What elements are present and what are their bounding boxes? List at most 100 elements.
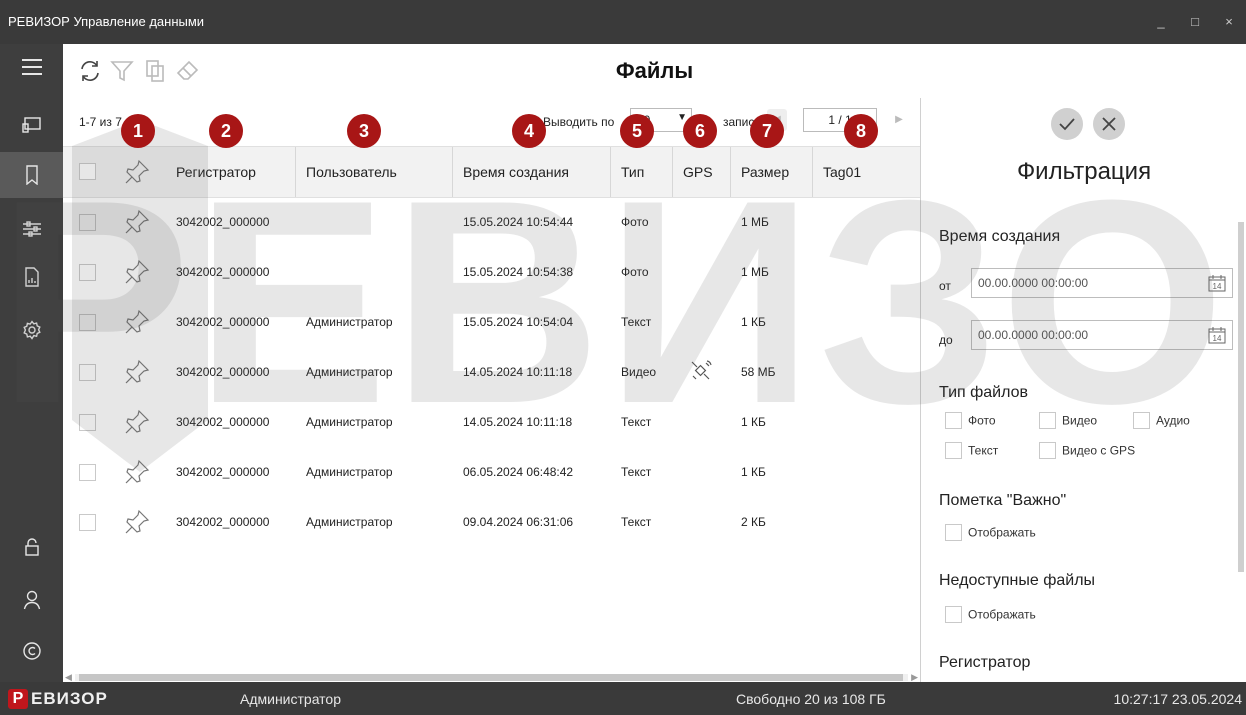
next-page-button[interactable]: ▶ bbox=[889, 109, 909, 131]
filetype-video-checkbox[interactable]: Видео bbox=[1039, 412, 1097, 429]
sidebar-item-devices[interactable] bbox=[0, 102, 63, 148]
cell-time: 09.04.2024 06:31:06 bbox=[463, 515, 574, 529]
menu-icon bbox=[21, 59, 42, 75]
pin-button[interactable] bbox=[123, 258, 151, 286]
pin-button[interactable] bbox=[123, 308, 151, 336]
close-window-button[interactable]: × bbox=[1212, 0, 1246, 44]
sidebar-item-sliders[interactable] bbox=[0, 206, 63, 252]
sidebar-item-user[interactable] bbox=[0, 577, 63, 623]
important-show-checkbox[interactable]: Отображать bbox=[945, 524, 1036, 541]
sidebar-item-settings[interactable] bbox=[0, 307, 63, 353]
calendar-icon[interactable]: 14 bbox=[1208, 274, 1226, 292]
table-row[interactable]: 3042002_000000 Администратор 14.05.2024 10… bbox=[63, 398, 920, 448]
cell-recorder: 3042002_000000 bbox=[176, 315, 270, 329]
pin-button[interactable] bbox=[123, 408, 151, 436]
row-checkbox[interactable] bbox=[79, 314, 96, 331]
sidebar-item-files[interactable] bbox=[0, 152, 63, 198]
table-row[interactable]: 3042002_000000 15.05.2024 10:54:38 Фото 1 М… bbox=[63, 248, 920, 298]
minimize-button[interactable]: _ bbox=[1144, 0, 1178, 44]
cell-time: 15.05.2024 10:54:38 bbox=[463, 265, 574, 279]
sidebar-item-lock[interactable] bbox=[0, 524, 63, 570]
cell-time: 14.05.2024 10:11:18 bbox=[463, 365, 573, 379]
copyright-icon bbox=[22, 642, 41, 660]
table-row[interactable]: 3042002_000000 Администратор 14.05.2024 10… bbox=[63, 348, 920, 398]
pin-button[interactable] bbox=[123, 458, 151, 486]
row-checkbox[interactable] bbox=[79, 514, 96, 531]
date-to-input[interactable]: 00.00.0000 00:00:00 14 bbox=[971, 320, 1233, 350]
scroll-right-icon[interactable]: ▶ bbox=[911, 672, 918, 682]
to-label: до bbox=[939, 333, 953, 347]
cell-type: Текст bbox=[621, 515, 652, 529]
cell-time: 06.05.2024 06:48:42 bbox=[463, 465, 574, 479]
pin-button[interactable] bbox=[123, 508, 151, 536]
pin-icon bbox=[125, 409, 150, 434]
apply-filter-button[interactable] bbox=[1051, 108, 1083, 140]
horizontal-scrollbar[interactable]: ◀ ▶ bbox=[63, 672, 920, 682]
toolbar: Файлы bbox=[63, 44, 1246, 98]
cell-type: Фото bbox=[621, 215, 649, 229]
check-icon bbox=[1059, 118, 1075, 131]
filter-scrollbar-thumb[interactable] bbox=[1238, 222, 1244, 572]
cell-time: 15.05.2024 10:54:44 bbox=[463, 215, 574, 229]
filetype-text-checkbox[interactable]: Текст bbox=[945, 442, 998, 459]
column-header-gps[interactable]: GPS bbox=[673, 147, 731, 197]
table-row[interactable]: 3042002_000000 Администратор 09.04.2024 06… bbox=[63, 498, 920, 548]
filetype-video-gps-checkbox[interactable]: Видео с GPS bbox=[1039, 442, 1135, 459]
cell-user: Администратор bbox=[306, 365, 393, 379]
filetype-photo-checkbox[interactable]: Фото bbox=[945, 412, 996, 429]
scrollbar-thumb[interactable] bbox=[79, 674, 903, 681]
cell-recorder: 3042002_000000 bbox=[176, 515, 270, 529]
column-header-time[interactable]: Время создания bbox=[453, 147, 611, 197]
cancel-filter-button[interactable] bbox=[1093, 108, 1125, 140]
row-checkbox[interactable] bbox=[79, 214, 96, 231]
cell-size: 58 МБ bbox=[741, 365, 776, 379]
sidebar-menu-button[interactable] bbox=[0, 44, 63, 90]
column-header-user[interactable]: Пользователь bbox=[296, 147, 453, 197]
per-page-label: Выводить по bbox=[543, 115, 615, 129]
row-checkbox[interactable] bbox=[79, 414, 96, 431]
column-header-type[interactable]: Тип bbox=[611, 147, 673, 197]
current-user: Администратор bbox=[240, 691, 342, 707]
cell-size: 1 КБ bbox=[741, 465, 766, 479]
row-checkbox[interactable] bbox=[79, 364, 96, 381]
pin-button[interactable] bbox=[123, 358, 151, 386]
user-icon bbox=[23, 590, 40, 610]
pin-button[interactable] bbox=[123, 208, 151, 236]
page-title: Файлы bbox=[615, 58, 694, 83]
date-from-input[interactable]: 00.00.0000 00:00:00 14 bbox=[971, 268, 1233, 298]
filter-title: Фильтрация bbox=[1016, 158, 1152, 185]
calendar-icon[interactable]: 14 bbox=[1208, 326, 1226, 344]
cell-user: Администратор bbox=[306, 415, 393, 429]
sidebar-item-about[interactable] bbox=[0, 628, 63, 674]
pin-icon bbox=[125, 359, 150, 384]
pin-column-header[interactable] bbox=[123, 158, 151, 186]
logo-text: ЕВИЗОР bbox=[31, 689, 108, 708]
cell-size: 1 МБ bbox=[741, 265, 769, 279]
column-header-size[interactable]: Размер bbox=[731, 147, 813, 197]
pin-icon bbox=[125, 509, 150, 534]
row-checkbox[interactable] bbox=[79, 264, 96, 281]
file-list-pane: 1-7 из 7 Выводить по 10 ▼ записей ◀ 1 / … bbox=[63, 98, 920, 682]
table-row[interactable]: 3042002_000000 Администратор 06.05.2024 06… bbox=[63, 448, 920, 498]
filetype-audio-checkbox[interactable]: Аудио bbox=[1133, 412, 1190, 429]
cell-recorder: 3042002_000000 bbox=[176, 215, 270, 229]
marker-2: 2 bbox=[209, 114, 243, 148]
date-from-value: 00.00.0000 00:00:00 bbox=[978, 276, 1089, 290]
column-header-recorder[interactable]: Регистратор bbox=[166, 147, 296, 197]
marker-8: 8 bbox=[844, 114, 878, 148]
unavailable-show-checkbox[interactable]: Отображать bbox=[945, 606, 1036, 623]
pin-icon bbox=[125, 309, 150, 334]
cell-user: Администратор bbox=[306, 315, 393, 329]
created-section-label: Время создания bbox=[939, 228, 1061, 245]
row-checkbox[interactable] bbox=[79, 464, 96, 481]
table-row[interactable]: 3042002_000000 15.05.2024 10:54:44 Фото 1 М… bbox=[63, 198, 920, 248]
select-all-checkbox[interactable] bbox=[79, 163, 96, 180]
cell-size: 1 КБ bbox=[741, 315, 766, 329]
pager: 1-7 из 7 Выводить по 10 ▼ записей ◀ 1 / … bbox=[63, 98, 920, 144]
scroll-left-icon[interactable]: ◀ bbox=[65, 672, 72, 682]
maximize-button[interactable]: □ bbox=[1178, 0, 1212, 44]
column-header-tag01[interactable]: Tag01 bbox=[813, 147, 920, 197]
table-row[interactable]: 3042002_000000 Администратор 15.05.2024 10… bbox=[63, 298, 920, 348]
filter-scrollbar[interactable] bbox=[1238, 210, 1244, 680]
sidebar-item-reports[interactable] bbox=[0, 254, 63, 300]
